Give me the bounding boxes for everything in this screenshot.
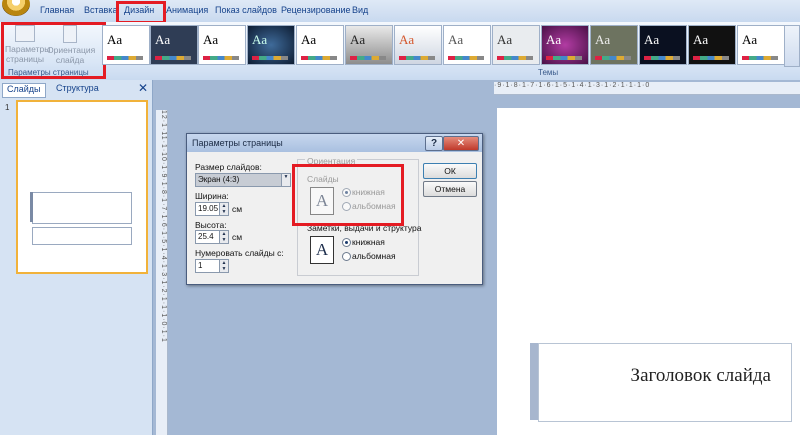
dialog-titlebar: Параметры страницы ? ✕ [187, 134, 482, 152]
theme-gallery-scroll[interactable] [784, 25, 800, 67]
width-unit: см [232, 204, 243, 214]
theme-thumb-5[interactable]: Aa [296, 25, 344, 65]
office-button[interactable] [2, 0, 30, 16]
theme-thumb-13[interactable]: Aa [688, 25, 736, 65]
cancel-button[interactable]: Отмена [423, 181, 477, 197]
theme-thumb-12[interactable]: Aa [639, 25, 687, 65]
slide-size-dropdown-icon[interactable]: ▼ [281, 173, 291, 187]
theme-thumb-9[interactable]: Aa [492, 25, 540, 65]
height-label: Высота: [195, 220, 227, 230]
slide-size-label: Размер слайдов: [195, 162, 262, 172]
notes-landscape-radio[interactable] [342, 252, 351, 261]
tab-review[interactable]: Рецензирование [281, 5, 351, 15]
theme-thumb-11[interactable]: Aa [590, 25, 638, 65]
height-unit: см [232, 232, 243, 242]
theme-thumb-7[interactable]: Aa [394, 25, 442, 65]
tab-insert[interactable]: Вставка [84, 5, 117, 15]
ok-button[interactable]: ОК [423, 163, 477, 179]
thumb-title-accent [30, 192, 33, 222]
thumb-subtitle-box [32, 227, 132, 245]
group-caption-themes: Темы [538, 68, 559, 77]
notes-portrait-radio[interactable] [342, 238, 351, 247]
theme-thumb-3[interactable]: Aa [198, 25, 246, 65]
theme-thumb-2[interactable]: Aa [150, 25, 198, 65]
group-caption-page-setup: Параметры страницы [8, 68, 89, 77]
slide-title-text: Заголовок слайда [630, 365, 771, 386]
tab-structure[interactable]: Структура [52, 83, 103, 96]
number-slides-label: Нумеровать слайды с: [195, 248, 284, 258]
slide-thumbnail[interactable] [16, 100, 148, 274]
tab-slideshow[interactable]: Показ слайдов [215, 5, 277, 15]
dialog-title: Параметры страницы [192, 138, 283, 148]
close-panel-icon[interactable]: ✕ [138, 81, 148, 95]
horizontal-ruler: ·9·1·8·1·7·1·6·1·5·1·4·1·3·1·2·1·1·1·0 [494, 82, 800, 95]
theme-thumb-4[interactable]: Aa [247, 25, 295, 65]
highlight-design-tab [116, 1, 166, 24]
tab-view[interactable]: Вид [352, 5, 368, 15]
width-label: Ширина: [195, 191, 229, 201]
theme-thumb-10[interactable]: Aa [541, 25, 589, 65]
theme-thumb-6[interactable]: Aa [345, 25, 393, 65]
help-button[interactable]: ? [425, 136, 443, 151]
thumb-title-box [32, 192, 132, 224]
tab-home[interactable]: Главная [40, 5, 74, 15]
tab-slides[interactable]: Слайды [2, 83, 46, 98]
height-spinner[interactable]: ▲ ▼ [219, 230, 229, 244]
slide-size-select[interactable]: Экран (4:3) [195, 173, 283, 187]
theme-thumb-1[interactable]: Aa [102, 25, 150, 65]
theme-thumb-14[interactable]: Aa [737, 25, 785, 65]
vertical-ruler: 12·1·11·1·10·1·9·1·8·1·7·1·6·1·5·1·4·1·3… [156, 110, 168, 435]
slide-title-accent [530, 343, 538, 420]
notes-portrait-label: книжная [352, 237, 385, 247]
highlight-slide-orientation [292, 164, 404, 226]
close-button[interactable]: ✕ [443, 136, 479, 151]
notes-orientation-icon: A [310, 236, 334, 264]
theme-thumb-8[interactable]: Aa [443, 25, 491, 65]
notes-landscape-label: альбомная [352, 251, 396, 261]
width-spinner[interactable]: ▲ ▼ [219, 202, 229, 216]
number-from-spinner[interactable]: ▲ ▼ [219, 259, 229, 273]
slide-title-placeholder[interactable]: Заголовок слайда [538, 343, 792, 422]
tab-animation[interactable]: Анимация [166, 5, 208, 15]
slide-number: 1 [5, 103, 10, 112]
